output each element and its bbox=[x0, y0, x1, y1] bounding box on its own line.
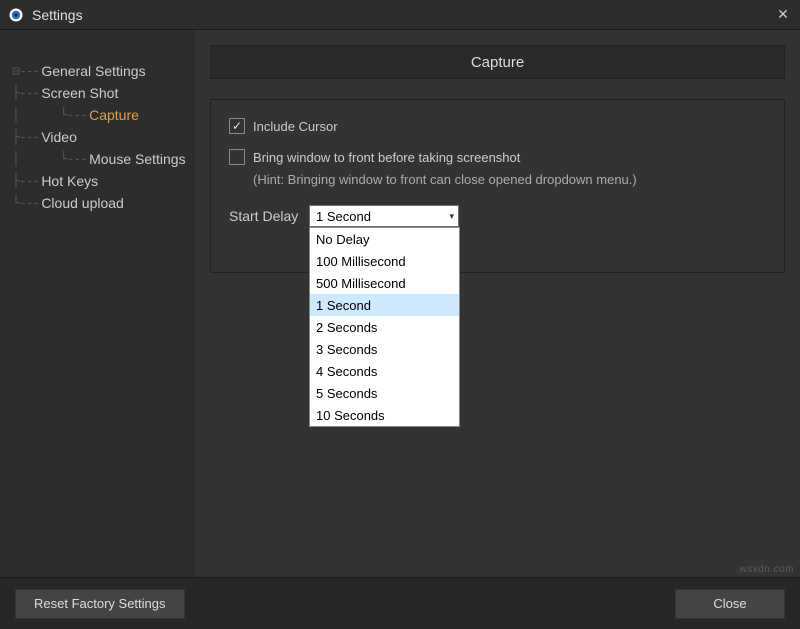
tree-label: Capture bbox=[87, 107, 139, 123]
bring-to-front-row: Bring window to front before taking scre… bbox=[229, 149, 766, 165]
settings-tree: ⊟--- General Settings ├--- Screen Shot │… bbox=[0, 30, 195, 577]
app-icon bbox=[8, 7, 24, 23]
panel-title: Capture bbox=[210, 45, 785, 79]
tree-label: Video bbox=[39, 129, 77, 145]
include-cursor-label: Include Cursor bbox=[253, 119, 338, 134]
tree-item-general-settings[interactable]: ⊟--- General Settings bbox=[12, 60, 195, 82]
bring-to-front-hint: (Hint: Bringing window to front can clos… bbox=[253, 172, 766, 187]
content-area: Capture Include Cursor Bring window to f… bbox=[195, 30, 800, 577]
tree-label: Mouse Settings bbox=[87, 151, 186, 167]
delay-option-no-delay[interactable]: No Delay bbox=[310, 228, 459, 250]
tree-item-hot-keys[interactable]: ├--- Hot Keys bbox=[12, 170, 195, 192]
tree-branch-icon: ├--- bbox=[12, 86, 39, 101]
tree-item-screen-shot[interactable]: ├--- Screen Shot bbox=[12, 82, 195, 104]
tree-branch-icon: │ └--- bbox=[12, 152, 87, 167]
bring-to-front-label: Bring window to front before taking scre… bbox=[253, 150, 520, 165]
bring-to-front-checkbox[interactable] bbox=[229, 149, 245, 165]
close-button[interactable]: Close bbox=[675, 589, 785, 619]
delay-option-5s[interactable]: 5 Seconds bbox=[310, 382, 459, 404]
panel-body: Include Cursor Bring window to front bef… bbox=[210, 99, 785, 273]
tree-branch-icon: ├--- bbox=[12, 130, 39, 145]
tree-label: Screen Shot bbox=[39, 85, 118, 101]
footer: Reset Factory Settings Close bbox=[0, 577, 800, 629]
tree-item-cloud-upload[interactable]: └--- Cloud upload bbox=[12, 192, 195, 214]
delay-option-4s[interactable]: 4 Seconds bbox=[310, 360, 459, 382]
tree-item-capture[interactable]: │ └--- Capture bbox=[12, 104, 195, 126]
tree-branch-icon: └--- bbox=[12, 196, 39, 211]
include-cursor-checkbox[interactable] bbox=[229, 118, 245, 134]
titlebar: Settings ✕ bbox=[0, 0, 800, 30]
tree-item-video[interactable]: ├--- Video bbox=[12, 126, 195, 148]
tree-branch-icon: │ └--- bbox=[12, 108, 87, 123]
delay-option-1s[interactable]: 1 Second bbox=[310, 294, 459, 316]
tree-branch-icon: ⊟--- bbox=[12, 64, 39, 79]
delay-option-500ms[interactable]: 500 Millisecond bbox=[310, 272, 459, 294]
delay-option-100ms[interactable]: 100 Millisecond bbox=[310, 250, 459, 272]
start-delay-select[interactable]: 1 Second ▾ No Delay 100 Millisecond 500 … bbox=[309, 205, 459, 227]
tree-label: Hot Keys bbox=[39, 173, 98, 189]
start-delay-label: Start Delay bbox=[229, 208, 309, 224]
close-icon[interactable]: ✕ bbox=[774, 6, 792, 24]
tree-label: General Settings bbox=[39, 63, 145, 79]
watermark: wsxdn.com bbox=[739, 564, 794, 575]
delay-option-2s[interactable]: 2 Seconds bbox=[310, 316, 459, 338]
reset-factory-button[interactable]: Reset Factory Settings bbox=[15, 589, 185, 619]
start-delay-row: Start Delay 1 Second ▾ No Delay 100 Mill… bbox=[229, 205, 766, 227]
start-delay-value: 1 Second bbox=[316, 209, 371, 224]
include-cursor-row: Include Cursor bbox=[229, 118, 766, 134]
tree-label: Cloud upload bbox=[39, 195, 124, 211]
chevron-down-icon: ▾ bbox=[449, 211, 454, 222]
start-delay-dropdown: No Delay 100 Millisecond 500 Millisecond… bbox=[309, 227, 460, 427]
tree-branch-icon: ├--- bbox=[12, 174, 39, 189]
delay-option-3s[interactable]: 3 Seconds bbox=[310, 338, 459, 360]
delay-option-10s[interactable]: 10 Seconds bbox=[310, 404, 459, 426]
tree-item-mouse-settings[interactable]: │ └--- Mouse Settings bbox=[12, 148, 195, 170]
window-title: Settings bbox=[32, 7, 774, 23]
